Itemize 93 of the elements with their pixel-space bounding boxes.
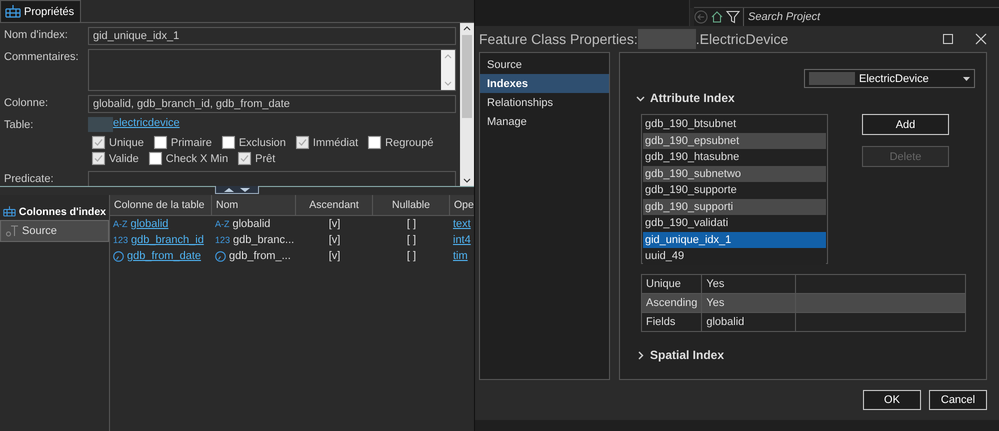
splitter-handle[interactable] — [215, 186, 259, 194]
nav-item[interactable]: Indexes — [480, 74, 609, 93]
index-list-item[interactable]: uuid_49 — [643, 248, 826, 264]
home-icon[interactable] — [711, 11, 723, 23]
source-icon — [6, 225, 18, 237]
table-cell-text: [v] — [328, 217, 342, 232]
table-cell-text: [ ] — [406, 249, 418, 264]
scrollbar[interactable] — [460, 23, 474, 186]
checkbox-label: Primaire — [170, 136, 212, 148]
index-list-item[interactable]: gdb_190_supporti — [643, 198, 826, 215]
dialog-title-name: .ElectricDevice — [696, 31, 788, 47]
index-name-field[interactable]: gid_unique_idx_1 — [88, 27, 456, 45]
section-title: Colonnes d'index — [18, 206, 106, 218]
dialog-title: Feature Class Properties: — [479, 31, 638, 47]
maximize-icon[interactable] — [943, 34, 953, 44]
column-header[interactable]: Nullable — [373, 195, 450, 215]
table-cell[interactable]: int4 — [453, 234, 471, 246]
table-cell: globalid — [232, 218, 270, 230]
close-icon[interactable] — [975, 33, 987, 45]
table-cell: Fields — [642, 312, 702, 332]
table-cell[interactable]: gdb_from_date — [127, 250, 201, 262]
table-cell: globalid — [702, 312, 796, 332]
properties-tab[interactable]: Propriétés — [0, 0, 82, 22]
field-type-icon: 123 — [215, 235, 230, 245]
checkbox-label: Exclusion — [238, 136, 286, 148]
clock-icon — [215, 250, 226, 262]
predicate-field[interactable] — [88, 171, 456, 186]
table-cell[interactable]: gdb_branch_id — [131, 234, 204, 246]
checkbox-label: Regroupé — [385, 136, 434, 148]
checkbox[interactable] — [92, 136, 105, 149]
checkbox-label: Unique — [109, 136, 144, 148]
ok-button[interactable]: OK — [863, 390, 921, 410]
nav-item[interactable]: Source — [0, 220, 109, 242]
table-link[interactable]: electricdevice — [113, 117, 180, 129]
field-type-icon: 123 — [113, 235, 128, 245]
cancel-button[interactable]: Cancel — [929, 390, 987, 410]
redacted-block — [88, 117, 113, 132]
scroll-down-icon[interactable] — [463, 178, 471, 183]
filter-icon[interactable] — [726, 10, 740, 24]
table-cell[interactable]: tim — [453, 250, 468, 262]
column-header[interactable]: Colonne de la table — [110, 195, 212, 215]
column-header[interactable]: Ascendant — [296, 195, 373, 215]
index-list-item[interactable]: gdb_190_epsubnet — [643, 132, 826, 149]
clock-icon — [113, 250, 124, 262]
column-header[interactable]: Nom — [212, 195, 296, 215]
field-type-icon: A-Z — [215, 219, 230, 229]
table-cell: Yes — [702, 274, 796, 294]
chevron-down-icon[interactable] — [636, 94, 645, 102]
caret-icon — [963, 76, 970, 80]
nav-item[interactable]: Source — [480, 55, 609, 74]
checkbox[interactable] — [368, 136, 382, 149]
checkbox[interactable] — [296, 136, 309, 149]
checkbox[interactable] — [154, 136, 167, 149]
checkbox[interactable] — [238, 152, 252, 165]
nav-item[interactable]: Manage — [480, 112, 609, 131]
table-cell-text: [ ] — [406, 233, 418, 248]
index-list-item[interactable]: gid_unique_idx_1 — [643, 232, 826, 248]
search-field[interactable]: Search Project — [743, 8, 999, 26]
nav-item[interactable]: Relationships — [480, 93, 609, 112]
section-title[interactable]: Spatial Index — [650, 348, 724, 362]
field-label: Nom d'index: — [4, 28, 69, 41]
add-button[interactable]: Add — [862, 114, 949, 135]
checkbox[interactable] — [222, 136, 235, 149]
field-label: Commentaires: — [4, 50, 80, 63]
field-label: Table: — [4, 118, 34, 131]
checkbox[interactable] — [92, 152, 105, 165]
table-cell: gdb_from_... — [229, 250, 291, 262]
field-label: Predicate: — [4, 172, 55, 185]
table-cell[interactable]: globalid — [130, 218, 168, 230]
column-field[interactable]: globalid, gdb_branch_id, gdb_from_date — [88, 95, 456, 113]
table-cell-text: [v] — [328, 249, 342, 264]
index-list-item[interactable]: gdb_190_subnetwo — [643, 166, 826, 182]
chevron-right-icon[interactable] — [636, 350, 645, 360]
table-icon — [5, 5, 21, 18]
table-icon — [3, 205, 16, 218]
checkbox-label: Prêt — [255, 152, 276, 164]
checkbox[interactable] — [148, 152, 162, 165]
table-cell: gdb_branc... — [233, 234, 294, 246]
dataset-dropdown[interactable]: ElectricDevice — [804, 69, 975, 88]
checkbox-label: Check X Min — [166, 152, 228, 164]
table-cell: Ascending — [642, 294, 702, 312]
table-cell-text: [v] — [328, 233, 342, 248]
table-cell[interactable]: text — [453, 218, 471, 230]
section-title[interactable]: Attribute Index — [650, 91, 735, 105]
table-cell: Unique — [642, 274, 702, 294]
table-cell-text: [ ] — [406, 217, 418, 232]
redacted-block — [638, 29, 696, 49]
field-type-icon: A-Z — [113, 219, 128, 229]
checkbox-label: Valide — [109, 152, 139, 164]
field-label: Colonne: — [4, 96, 50, 109]
scroll-up-icon[interactable] — [463, 26, 471, 31]
table-cell: Yes — [702, 294, 796, 312]
checkbox-label: Immédiat — [312, 136, 358, 148]
